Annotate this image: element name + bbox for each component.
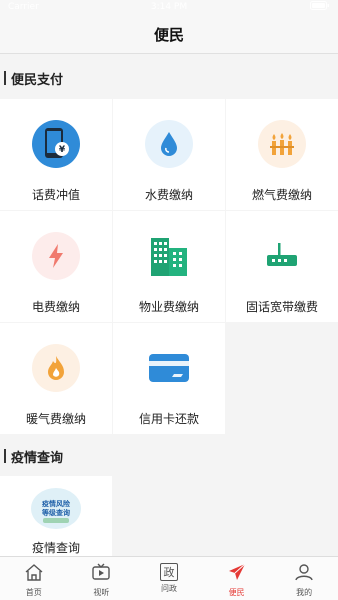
grid-item-phone-bill[interactable]: ¥ 话费冲值	[0, 99, 112, 210]
grid-item-property[interactable]: 物业费缴纳	[113, 211, 225, 322]
grid-item-label: 物业费缴纳	[138, 300, 199, 314]
grid-item-label: 燃气费缴纳	[251, 188, 312, 202]
phone-bill-icon: ¥	[32, 120, 80, 168]
grid-item-label: 固话宽带缴费	[245, 300, 318, 314]
home-icon	[24, 563, 44, 585]
fire-icon	[32, 344, 80, 392]
tab-profile[interactable]: 我的	[270, 557, 338, 600]
grid-item-label: 水费缴纳	[144, 188, 193, 202]
grid-item-epidemic-query[interactable]: 疫情风险 等级查询 疫情查询	[0, 476, 112, 556]
grid-item-water[interactable]: 水费缴纳	[113, 99, 225, 210]
tab-label: 问政	[160, 584, 177, 593]
grid-item-label: 话费冲值	[31, 188, 80, 202]
section-title: 便民支付	[11, 72, 64, 88]
status-bar: Carrier 3:14 PM	[0, 0, 338, 14]
badge-map-strip	[43, 518, 69, 523]
status-time: 3:14 PM	[150, 2, 188, 12]
section-bar	[4, 71, 6, 85]
nav-bar: Carrier 3:14 PM 便民	[0, 0, 338, 54]
tab-label: 视听	[93, 588, 110, 597]
tab-bar: 首页 视听 政 问政 便民 我的	[0, 556, 338, 600]
buildings-icon	[145, 232, 193, 280]
gas-flame-icon	[258, 120, 306, 168]
section-header-epidemic: 疫情查询	[0, 434, 338, 478]
grid-item-electric[interactable]: 电费缴纳	[0, 211, 112, 322]
credit-card-icon	[145, 344, 193, 392]
zheng-icon: 政	[159, 563, 178, 581]
user-icon	[294, 563, 314, 585]
section-title: 疫情查询	[11, 450, 64, 466]
grid-item-label: 疫情查询	[31, 541, 80, 555]
water-drop-icon	[145, 120, 193, 168]
tv-icon	[91, 563, 111, 585]
svg-text:¥: ¥	[59, 145, 66, 155]
tab-home[interactable]: 首页	[0, 557, 68, 600]
router-icon	[258, 232, 306, 280]
grid-item-label: 暖气费缴纳	[25, 412, 86, 426]
tab-label: 我的	[296, 588, 313, 597]
grid-item-broadband[interactable]: 固话宽带缴费	[226, 211, 338, 322]
badge-line: 疫情风险	[42, 499, 70, 508]
tab-label: 首页	[25, 588, 42, 597]
tab-services[interactable]: 便民	[203, 557, 271, 600]
tab-label: 便民	[228, 588, 245, 597]
tab-politics[interactable]: 政 问政	[135, 557, 203, 600]
grid-item-gas[interactable]: 燃气费缴纳	[226, 99, 338, 210]
section-header-payment: 便民支付	[0, 56, 338, 100]
epidemic-risk-icon: 疫情风险 等级查询	[31, 488, 81, 529]
badge-line: 等级查询	[42, 508, 70, 517]
tab-video[interactable]: 视听	[68, 557, 136, 600]
grid-item-credit-card[interactable]: 信用卡还款	[113, 323, 225, 434]
grid-item-label: 电费缴纳	[31, 300, 80, 314]
paper-plane-icon	[227, 563, 247, 585]
grid-item-heating[interactable]: 暖气费缴纳	[0, 323, 112, 434]
page-title: 便民	[153, 26, 184, 44]
section-bar	[4, 449, 6, 463]
grid-item-label: 信用卡还款	[138, 412, 199, 426]
lightning-icon	[32, 232, 80, 280]
